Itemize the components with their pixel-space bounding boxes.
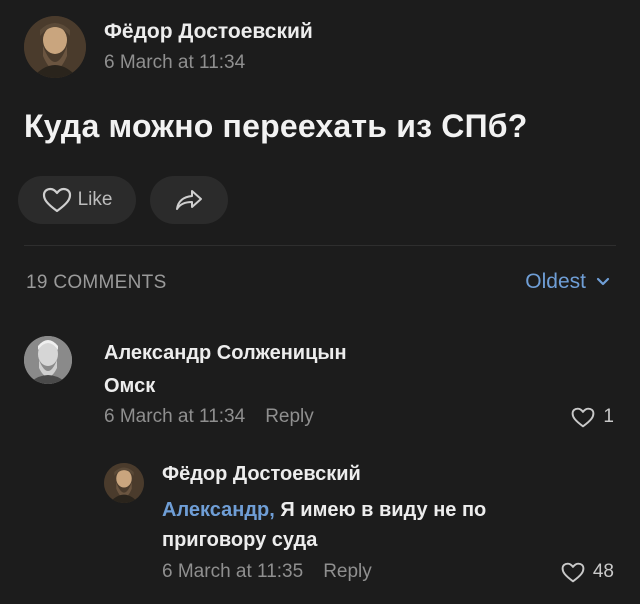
comment-like-count: 48 xyxy=(592,561,614,582)
post-timestamp: 6 March at 11:34 xyxy=(104,52,246,73)
post-author-name[interactable]: Фёдор Достоевский xyxy=(104,20,313,44)
comment-timestamp: 6 March at 11:35 xyxy=(162,561,304,582)
comment-meta: 6 March at 11:34 Reply xyxy=(104,406,314,428)
comment-mention[interactable]: Александр, xyxy=(162,499,275,521)
comment-text: Омск xyxy=(104,375,156,397)
share-arrow-icon xyxy=(174,188,204,212)
comments-count: 19 COMMENTS xyxy=(26,272,167,293)
share-button[interactable] xyxy=(150,176,228,224)
comment: Александр Солженицын Омск 6 March at 11:… xyxy=(0,330,640,440)
comment-like-button[interactable]: 1 xyxy=(571,406,614,428)
heart-outline-icon xyxy=(561,562,585,583)
post-title: Куда можно переехать из СПб? xyxy=(24,108,528,144)
comment-text-line1: Я имею в виду не по xyxy=(280,499,487,521)
comment-author-name[interactable]: Фёдор Достоевский xyxy=(162,463,361,486)
comment-meta: 6 March at 11:35 Reply xyxy=(162,561,372,583)
comment-like-count: 1 xyxy=(603,406,614,427)
comment-text: Александр, Я имею в виду не по приговору… xyxy=(162,495,582,555)
post-author-avatar[interactable] xyxy=(24,16,86,78)
heart-outline-icon xyxy=(571,407,595,428)
reply-button[interactable]: Reply xyxy=(323,561,372,582)
reply-button[interactable]: Reply xyxy=(265,406,314,427)
comment-author-avatar[interactable] xyxy=(24,336,72,384)
comment-author-name[interactable]: Александр Солженицын xyxy=(104,342,347,365)
divider xyxy=(24,245,616,246)
like-button[interactable]: Like xyxy=(18,176,136,224)
comment-reply: Фёдор Достоевский Александр, Я имею в ви… xyxy=(0,455,640,595)
comment-like-button[interactable]: 48 xyxy=(561,561,614,583)
sort-dropdown[interactable]: Oldest xyxy=(525,270,610,294)
chevron-down-icon xyxy=(596,277,610,287)
comment-text-line2: приговору суда xyxy=(162,529,318,551)
like-label: Like xyxy=(77,189,113,210)
comment-timestamp: 6 March at 11:34 xyxy=(104,406,246,427)
sort-label: Oldest xyxy=(525,270,586,293)
comment-author-avatar[interactable] xyxy=(104,463,144,503)
heart-outline-icon xyxy=(42,187,72,213)
